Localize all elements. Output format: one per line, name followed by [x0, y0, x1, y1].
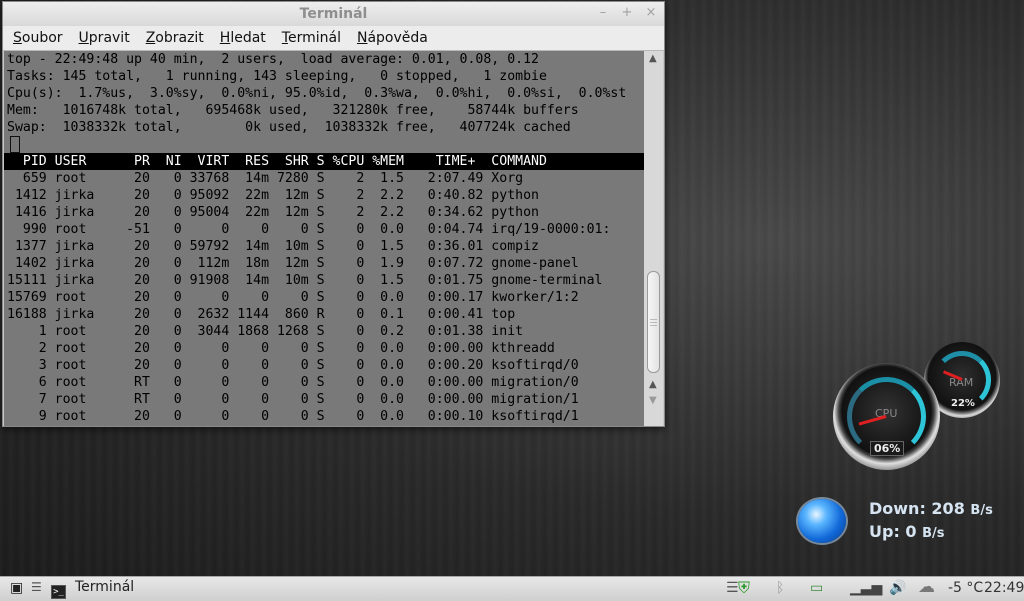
process-row: 15111 jirka 20 0 91908 14m 10m S 0 1.5 0… [7, 273, 603, 288]
up-unit: B/s [922, 526, 945, 541]
process-row: 15769 root 20 0 0 0 0 S 0 0.0 0:00.17 kw… [7, 290, 579, 305]
grip-icon: ― ― ― [650, 315, 657, 329]
process-row: 3 root 20 0 0 0 0 S 0 0.0 0:00.20 ksofti… [7, 358, 579, 373]
signal-icon[interactable]: ▁▃▅ [850, 580, 882, 596]
menu-zobrazit[interactable]: Zobrazit [146, 30, 204, 46]
weather-cloud-icon[interactable]: ☁ [918, 577, 935, 597]
process-row: 1416 jirka 20 0 95004 22m 12m S 2 2.2 0:… [7, 205, 539, 220]
window-title: Terminál [299, 6, 368, 22]
volume-icon[interactable]: 🔊 [889, 580, 906, 596]
terminal-icon: >_ [51, 585, 66, 599]
window-titlebar[interactable]: Terminál – + × [3, 2, 664, 27]
top-summary-line: top - 22:49:48 up 40 min, 2 users, load … [7, 52, 539, 67]
scroll-up-icon[interactable]: ▲ [649, 53, 657, 64]
top-summary-line: Tasks: 145 total, 1 running, 143 sleepin… [7, 69, 547, 84]
battery-icon[interactable]: ▭ [810, 580, 823, 596]
maximize-button[interactable]: + [620, 5, 634, 21]
cpu-gauge: CPU 06% [833, 363, 940, 470]
menu-upravit[interactable]: Upravit [79, 30, 130, 46]
clock[interactable]: 22:49 [984, 580, 1024, 596]
process-row: 659 root 20 0 33768 14m 7280 S 2 1.5 2:0… [7, 171, 524, 186]
terminal-scrollbar[interactable]: ▲ ― ― ― ▲ ▼ [644, 51, 663, 426]
top-summary-line: Swap: 1038332k total, 0k used, 1038332k … [7, 120, 571, 135]
network-up: Up: 0 B/s [869, 522, 945, 541]
scrollbar-thumb[interactable]: ― ― ― [647, 271, 660, 373]
process-row: 1402 jirka 20 0 112m 18m 12m S 0 1.9 0:0… [7, 256, 579, 271]
prompt-line [4, 136, 646, 153]
process-row: 2 root 20 0 0 0 0 S 0 0.0 0:00.00 kthrea… [7, 341, 555, 356]
process-row: 990 root -51 0 0 0 0 S 0 0.0 0:04.74 irq… [7, 222, 611, 237]
process-row: 16188 jirka 20 0 2632 1144 860 R 0 0.1 0… [7, 307, 516, 322]
security-shield-icon[interactable]: ⛨ [738, 578, 750, 598]
taskbar-separator-icon: ☰ [31, 580, 42, 594]
menu-hledat[interactable]: Hledat [220, 30, 266, 46]
process-row: 6 root RT 0 0 0 0 S 0 0.0 0:00.00 migrat… [7, 375, 579, 390]
terminal-output[interactable]: top - 22:49:48 up 40 min, 2 users, load … [4, 51, 646, 426]
cpu-value: 06% [870, 441, 905, 456]
up-label: Up: [869, 522, 900, 541]
taskbar-task-label[interactable]: Terminál [75, 579, 134, 595]
up-value: 0 [905, 522, 917, 541]
process-row: 1377 jirka 20 0 59792 14m 10m S 0 1.5 0:… [7, 239, 539, 254]
scroll-up-icon[interactable]: ▲ [649, 379, 657, 390]
network-down: Down: 208 B/s [869, 499, 993, 518]
menu-soubor[interactable]: Soubor [13, 30, 63, 46]
process-row: 7 root RT 0 0 0 0 S 0 0.0 0:00.00 migrat… [7, 392, 579, 407]
show-desktop-icon[interactable]: ▣ [10, 580, 23, 596]
menu-bar: Soubor Upravit Zobrazit Hledat Terminál … [3, 26, 664, 51]
top-summary-line: Cpu(s): 1.7%us, 3.0%sy, 0.0%ni, 95.0%id,… [7, 86, 627, 101]
ram-value: 22% [951, 398, 975, 409]
process-row: 1412 jirka 20 0 95092 22m 12m S 2 2.2 0:… [7, 188, 539, 203]
top-summary-line: Mem: 1016748k total, 695468k used, 32128… [7, 103, 579, 118]
process-row: 9 root 20 0 0 0 0 S 0 0.0 0:00.10 ksofti… [7, 409, 579, 424]
down-label: Down: [869, 499, 926, 518]
process-row: 1 root 20 0 3044 1868 1268 S 0 0.2 0:01.… [7, 324, 524, 339]
menu-napoveda[interactable]: Nápověda [357, 30, 428, 46]
scroll-down-icon[interactable]: ▼ [649, 395, 657, 406]
minimize-button[interactable]: – [596, 5, 610, 21]
process-table-header: PID USER PR NI VIRT RES SHR S %CPU %MEM … [4, 153, 646, 170]
taskbar: ▣ ☰ >_ Terminál ☰ ⛨ ᛒ ▭ ▁▃▅ 🔊 ☁ -5 °C 22… [0, 576, 1024, 601]
tray-separator-icon: ☰ [726, 580, 739, 596]
close-button[interactable]: × [644, 5, 658, 21]
taskbar-terminal-button[interactable]: >_ [51, 582, 66, 599]
text-cursor [10, 136, 20, 153]
menu-terminal[interactable]: Terminál [282, 30, 341, 46]
terminal-window: Terminál – + × Soubor Upravit Zobrazit H… [2, 1, 665, 427]
temperature-text[interactable]: -5 °C [948, 580, 983, 596]
down-value: 208 [931, 499, 965, 518]
down-unit: B/s [970, 503, 993, 518]
bluetooth-icon[interactable]: ᛒ [776, 580, 784, 596]
network-globe-icon [798, 499, 846, 543]
